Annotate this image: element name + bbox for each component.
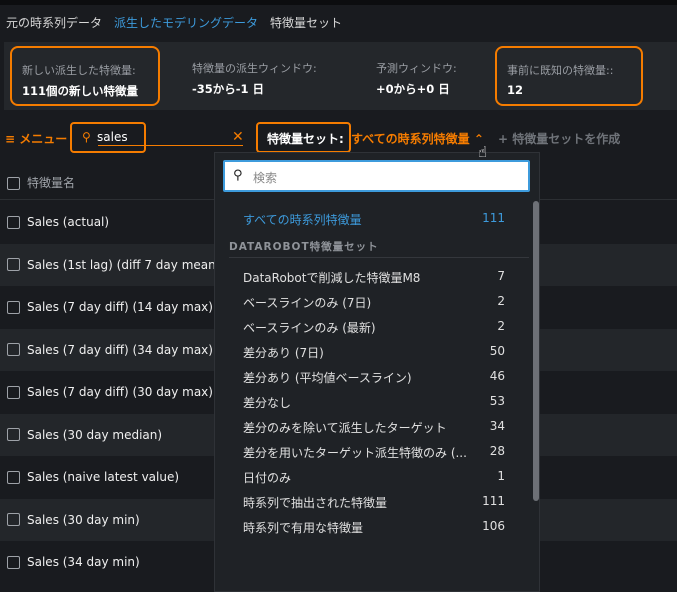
item-count: 106 [482,519,505,533]
feature-name: Sales (actual) [27,215,110,230]
feature-name: Sales (30 day median) [27,427,163,442]
tab-feature-sets[interactable]: 特徴量セット [270,14,342,31]
stat-value: 12 [507,83,524,97]
item-count: 111 [482,211,505,225]
featureset-label: 特徴量セット: [267,132,344,146]
dropdown-item-all[interactable]: すべての時系列特徴量 111 [243,211,505,228]
item-count: 111 [482,494,505,508]
item-count: 2 [497,294,505,308]
row-checkbox[interactable] [7,513,20,527]
feature-name: Sales (30 day min) [27,512,140,527]
stat-known-in-advance: 事前に既知の特徴量:: 12 [495,46,643,106]
scrollbar[interactable] [533,201,539,501]
dropdown-item[interactable]: 差分のみを除いて派生したターゲット 34 [243,419,505,436]
item-label: 時系列で有用な特徴量 [243,521,364,535]
item-label: すべての時系列特徴量 [243,213,362,227]
dropdown-item[interactable]: 差分を用いたターゲット派生特徴のみ (... 28 [243,444,505,461]
item-count: 1 [497,469,505,483]
select-all-checkbox[interactable] [7,177,20,190]
item-count: 2 [497,319,505,333]
item-label: ベースラインのみ (最新) [243,321,376,335]
item-count: 28 [489,444,505,458]
search-icon: ⚲ [82,130,91,144]
search-placeholder: 検索 [253,171,278,185]
tab-derived-data[interactable]: 派生したモデリングデータ [114,14,258,31]
item-label: 日付のみ [243,471,292,485]
dropdown-item[interactable]: ベースラインのみ (最新) 2 [243,319,505,336]
item-count: 46 [489,369,505,383]
feature-name: Sales (7 day diff) (30 day max) [27,385,213,400]
row-checkbox[interactable] [7,385,20,399]
stat-new-features: 新しい派生した特徴量: 111個の新しい特徴量 [10,46,160,106]
row-checkbox[interactable] [7,258,20,272]
row-checkbox[interactable] [7,428,20,442]
search-underline [98,145,243,146]
stats-panel: 新しい派生した特徴量: 111個の新しい特徴量 特徴量の派生ウィンドウ: -35から… [4,42,677,110]
menu-button[interactable]: ≡ メニュー [5,130,67,147]
row-checkbox[interactable] [7,343,20,357]
item-label: 差分あり (7日) [243,346,324,360]
item-count: 7 [497,269,505,283]
stat-value: -35から-1 日 [192,82,265,96]
featureset-dropdown-menu: ⚲ 検索 すべての時系列特徴量 111 DATAROBOT特徴量セット DataR… [214,152,540,592]
row-checkbox[interactable] [7,470,20,484]
item-label: 差分のみを除いて派生したターゲット [243,421,447,435]
search-icon: ⚲ [233,168,243,183]
create-featureset-button[interactable]: + 特徴量セットを作成 [498,130,620,147]
item-count: 50 [489,344,505,358]
item-count: 34 [489,419,505,433]
feature-name: Sales (34 day min) [27,555,140,570]
item-label: ベースラインのみ (7日) [243,296,372,310]
featureset-dropdown[interactable]: すべての時系列特徴量 ⌃ [351,130,484,147]
item-label: 差分あり (平均値ベースライン) [243,371,412,385]
top-bar [0,0,677,5]
hand-cursor-icon: ☝ [478,143,488,161]
dropdown-item[interactable]: 時系列で有用な特徴量 106 [243,519,505,536]
dropdown-item[interactable]: 時系列で抽出された特徴量 111 [243,494,505,511]
stat-value: 111個の新しい特徴量 [22,84,139,98]
dropdown-item[interactable]: 差分なし 53 [243,394,505,411]
dropdown-item[interactable]: DataRobotで削減した特徴量M8 7 [243,269,505,286]
column-feature-name[interactable]: 特徴量名 [27,176,75,190]
item-label: 時系列で抽出された特徴量 [243,496,388,510]
stat-label: 新しい派生した特徴量: [22,64,136,77]
toolbar: ≡ メニュー ⚲ sales ✕ 特徴量セット: すべての時系列特徴量 ⌃ + … [0,122,677,154]
dropdown-item[interactable]: ベースラインのみ (7日) 2 [243,294,505,311]
item-label: 差分を用いたターゲット派生特徴のみ (... [243,446,467,460]
dropdown-item[interactable]: 日付のみ 1 [243,469,505,486]
stat-label: 事前に既知の特徴量:: [507,64,614,77]
dropdown-group-heading: DATAROBOT特徴量セット [229,241,379,253]
dropdown-item[interactable]: 差分あり (7日) 50 [243,344,505,361]
feature-name: Sales (naive latest value) [27,470,180,485]
row-checkbox[interactable] [7,215,20,229]
feature-name: Sales (1st lag) (diff 7 day mean) [27,257,221,272]
tabs: 元の時系列データ 派生したモデリングデータ 特徴量セット [6,14,342,31]
dropdown-search-input[interactable]: ⚲ 検索 [223,160,530,192]
feature-name: Sales (7 day diff) (34 day max) [27,342,213,357]
row-checkbox[interactable] [7,555,20,569]
item-label: DataRobotで削減した特徴量M8 [243,271,421,285]
divider [229,257,529,258]
item-label: 差分なし [243,396,292,410]
stat-forecast-window: 予測ウィンドウ: +0から+0 日 [366,46,486,106]
feature-name: Sales (7 day diff) (14 day max) [27,300,213,315]
search-input[interactable]: sales [97,130,128,144]
stat-label: 予測ウィンドウ: [376,62,457,75]
clear-search-icon[interactable]: ✕ [232,129,244,145]
stat-derivation-window: 特徴量の派生ウィンドウ: -35から-1 日 [182,46,352,106]
stat-label: 特徴量の派生ウィンドウ: [192,62,317,75]
stat-value: +0から+0 日 [376,82,450,96]
item-count: 53 [489,394,505,408]
dropdown-item[interactable]: 差分あり (平均値ベースライン) 46 [243,369,505,386]
tab-original-data[interactable]: 元の時系列データ [6,14,102,31]
row-checkbox[interactable] [7,300,20,314]
